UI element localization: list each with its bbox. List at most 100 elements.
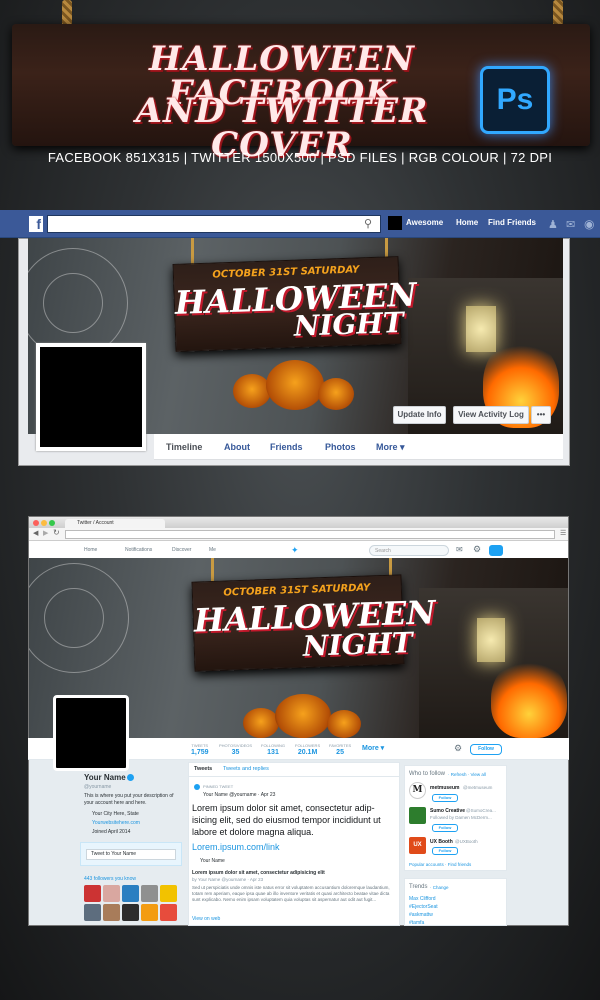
- facebook-nav-find-friends[interactable]: Find Friends: [488, 218, 536, 227]
- twitter-search-input[interactable]: Search: [369, 545, 449, 556]
- trend-item[interactable]: #EjectorSeat: [409, 904, 438, 910]
- reload-icon[interactable]: ↻: [53, 528, 60, 537]
- twitter-bird-icon[interactable]: ✦: [291, 545, 299, 556]
- hero-specs: FACEBOOK 851X315 | TWITTER 1500X500 | PS…: [47, 150, 553, 165]
- profile-location: Your City Here, State: [92, 811, 139, 817]
- wtf-follow-button[interactable]: Follow: [432, 794, 458, 802]
- follower-avatar[interactable]: [160, 885, 177, 902]
- twitter-nav-me[interactable]: Me: [209, 547, 216, 553]
- twitter-nav-discover[interactable]: Discover: [172, 547, 191, 553]
- follower-avatar[interactable]: [84, 885, 101, 902]
- friend-requests-icon[interactable]: ♟: [548, 218, 558, 231]
- wtf-avatar[interactable]: UX: [409, 837, 426, 854]
- facebook-search-input[interactable]: ⚲: [47, 215, 381, 233]
- maximize-icon[interactable]: [49, 520, 55, 526]
- flaming-pumpkin: [491, 658, 567, 738]
- tab-friends[interactable]: Friends: [270, 442, 303, 452]
- pumpkin: [318, 378, 354, 410]
- trend-item[interactable]: Max Clifford: [409, 896, 436, 902]
- close-icon[interactable]: [33, 520, 39, 526]
- refresh-link[interactable]: · Refresh · View all: [448, 772, 486, 777]
- facebook-top-bar: f ⚲ Awesome Home Find Friends ♟ ✉ ◉: [0, 210, 600, 238]
- facebook-user-link[interactable]: Awesome: [406, 218, 443, 227]
- forward-icon[interactable]: ▶: [43, 529, 48, 537]
- stat-favorites[interactable]: FAVORITES 25: [329, 743, 351, 756]
- spider-web-inner: [44, 588, 104, 648]
- wtf-avatar[interactable]: [409, 807, 426, 824]
- wtf-avatar[interactable]: M: [409, 782, 426, 799]
- menu-icon[interactable]: ☰: [560, 529, 566, 537]
- gear-icon[interactable]: ⚙: [454, 743, 462, 754]
- messages-icon[interactable]: ✉: [456, 545, 463, 554]
- gear-icon[interactable]: ⚙: [473, 544, 481, 555]
- cover-sign: OCTOBER 31ST SATURDAY HALLOWEEN NIGHT: [191, 574, 436, 672]
- tab-more[interactable]: More ▾: [376, 442, 405, 453]
- spider-web-inner: [43, 273, 103, 333]
- trends-change-link[interactable]: · Change: [430, 885, 449, 890]
- follower-avatar[interactable]: [103, 885, 120, 902]
- wtf-follow-button[interactable]: Follow: [432, 847, 458, 855]
- follower-avatar[interactable]: [141, 904, 158, 921]
- follower-avatar[interactable]: [103, 904, 120, 921]
- card-author[interactable]: Your Name: [200, 858, 225, 864]
- address-bar[interactable]: [65, 530, 555, 539]
- stat-photos[interactable]: PHOTOS/VIDEOS 35: [219, 743, 252, 756]
- compose-tweet-button[interactable]: [489, 545, 503, 556]
- facebook-nav-home[interactable]: Home: [456, 218, 478, 227]
- followers-you-know-link[interactable]: 443 followers you know: [84, 876, 136, 882]
- pinned-label: PINNED TWEET: [203, 784, 234, 789]
- stat-tweets[interactable]: TWEETS 1,759: [191, 743, 209, 756]
- facebook-profile-tabs: Timeline About Friends Photos More ▾: [154, 434, 563, 460]
- cover-subtitle: NIGHT: [302, 626, 414, 663]
- messages-icon[interactable]: ✉: [566, 218, 575, 231]
- lit-window: [477, 618, 505, 662]
- notifications-icon[interactable]: ◉: [584, 217, 594, 231]
- view-on-web-link[interactable]: View on web: [192, 916, 220, 922]
- profile-website[interactable]: Yourwebsitehere.com: [92, 820, 140, 826]
- search-icon[interactable]: ⚲: [364, 217, 372, 230]
- wtf-follow-button[interactable]: Follow: [432, 824, 458, 832]
- twitter-nav-home[interactable]: Home: [84, 547, 97, 553]
- trend-item[interactable]: #tamfa: [409, 920, 424, 926]
- pumpkin: [243, 708, 279, 738]
- back-icon[interactable]: ◀: [33, 529, 38, 537]
- browser-toolbar: ◀ ▶ ↻ ☰: [29, 528, 568, 541]
- facebook-profile-picture[interactable]: [36, 343, 146, 451]
- pumpkin: [266, 360, 324, 410]
- tab-tweets[interactable]: Tweets: [194, 766, 212, 772]
- follower-avatar[interactable]: [160, 904, 177, 921]
- tab-about[interactable]: About: [224, 442, 250, 452]
- stat-following[interactable]: FOLLOWING 131: [261, 743, 285, 756]
- follower-avatar[interactable]: [141, 885, 158, 902]
- wtf-handle: @SumoCrea...: [466, 808, 496, 813]
- facebook-logo-icon[interactable]: f: [29, 216, 43, 232]
- follower-avatar[interactable]: [122, 904, 139, 921]
- more-options-button[interactable]: •••: [531, 406, 551, 424]
- tab-timeline[interactable]: Timeline: [166, 442, 202, 452]
- stat-followers[interactable]: FOLLOWERS 20.1M: [295, 743, 320, 756]
- view-activity-log-button[interactable]: View Activity Log: [453, 406, 529, 424]
- popular-accounts-link[interactable]: Popular accounts · Find friends: [409, 862, 471, 867]
- tweet-author[interactable]: Your Name @yourname · Apr 23: [203, 792, 275, 798]
- trend-item[interactable]: #askmattw: [409, 912, 433, 918]
- follower-avatar[interactable]: [122, 885, 139, 902]
- stat-more[interactable]: More ▾: [362, 743, 384, 752]
- tweet-link[interactable]: Lorem.ipsum.com/link: [192, 842, 280, 852]
- avatar[interactable]: [194, 784, 200, 790]
- follow-button[interactable]: Follow: [470, 744, 502, 755]
- tab-photos[interactable]: Photos: [325, 442, 356, 452]
- divider: [188, 776, 400, 777]
- wtf-name[interactable]: Sumo Creative: [430, 808, 465, 814]
- minimize-icon[interactable]: [41, 520, 47, 526]
- follower-avatar[interactable]: [84, 904, 101, 921]
- tweet-to-input[interactable]: Tweet to Your Name: [86, 849, 176, 860]
- wtf-name[interactable]: UX Booth: [430, 839, 453, 845]
- update-info-button[interactable]: Update Info: [393, 406, 446, 424]
- hero-sign: HALLOWEEN FACEBOOK AND TWITTER COVER Ps: [12, 24, 590, 162]
- avatar[interactable]: [388, 216, 402, 230]
- twitter-profile-picture[interactable]: [53, 695, 129, 771]
- tab-tweets-and-replies[interactable]: Tweets and replies: [223, 766, 269, 772]
- wtf-name[interactable]: metmuseum: [430, 785, 459, 791]
- twitter-nav-notifications[interactable]: Notifications: [125, 547, 152, 553]
- browser-tab[interactable]: Twitter / Account: [65, 519, 165, 528]
